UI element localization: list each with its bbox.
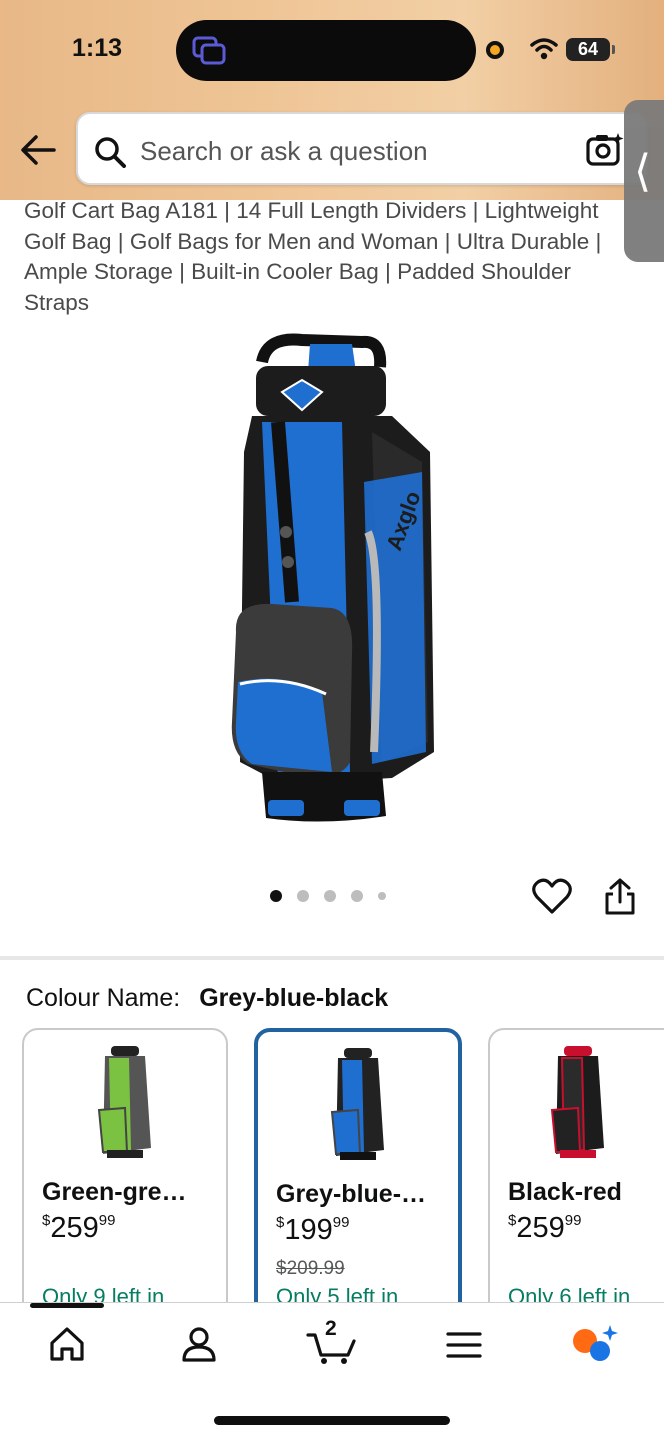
cart-count-badge: 2 — [325, 1317, 337, 1340]
colour-option-card[interactable]: Black-red $25999 Only 6 left in — [488, 1028, 664, 1318]
colour-option-price: $25999 — [42, 1212, 116, 1244]
header: 1:13 64 Search or ask a question — [0, 0, 664, 200]
colour-selected-value: Grey-blue-black — [199, 984, 389, 1012]
search-placeholder: Search or ask a question — [140, 136, 428, 166]
heart-icon[interactable] — [532, 878, 572, 916]
wifi-icon — [530, 38, 558, 60]
colour-thumbnail — [258, 1046, 458, 1167]
home-icon[interactable] — [48, 1325, 86, 1363]
side-panel-handle[interactable]: ⟨ — [624, 100, 664, 262]
home-indicator[interactable] — [214, 1416, 450, 1425]
colour-option-price: $19999 — [276, 1214, 350, 1246]
colour-name-row: Colour Name: Grey-blue-black — [26, 984, 388, 1013]
search-icon — [95, 137, 126, 168]
rufus-icon[interactable] — [570, 1323, 620, 1365]
was-price: $209.99 — [276, 1258, 345, 1279]
recording-indicator-icon — [486, 41, 504, 59]
share-icon[interactable] — [604, 878, 636, 916]
image-carousel-dots[interactable] — [270, 890, 386, 902]
search-input[interactable]: Search or ask a question — [76, 112, 648, 185]
colour-option-name: Grey-blue-… — [276, 1180, 427, 1208]
product-title[interactable]: Golf Cart Bag A181 | 14 Full Length Divi… — [24, 196, 624, 318]
screen-mirror-icon — [192, 36, 226, 65]
dynamic-island — [176, 20, 476, 81]
colour-option-name: Green-gre… — [42, 1178, 187, 1206]
menu-icon[interactable] — [446, 1331, 482, 1359]
colour-option-card-selected[interactable]: Grey-blue-… $19999 $209.99 Only 5 left i… — [254, 1028, 462, 1318]
back-arrow-icon[interactable] — [20, 134, 56, 166]
colour-option-card[interactable]: Green-gre… $25999 Only 9 left in — [22, 1028, 228, 1318]
status-time: 1:13 — [72, 34, 123, 62]
colour-label: Colour Name: — [26, 984, 181, 1012]
chevron-left-icon: ⟨ — [634, 147, 652, 196]
colour-option-price: $25999 — [508, 1212, 582, 1244]
carousel-dot[interactable] — [270, 890, 282, 902]
colour-thumbnail — [24, 1044, 226, 1165]
battery-indicator: 64 — [566, 38, 615, 61]
section-divider — [0, 956, 664, 960]
colour-option-name: Black-red — [508, 1178, 622, 1206]
camera-search-icon[interactable] — [586, 131, 624, 167]
carousel-dot[interactable] — [351, 890, 363, 902]
carousel-dot[interactable] — [378, 892, 386, 900]
product-image[interactable]: Axglo — [222, 332, 442, 824]
active-tab-indicator — [30, 1303, 104, 1308]
carousel-dot[interactable] — [297, 890, 309, 902]
account-icon[interactable] — [180, 1325, 218, 1363]
carousel-dot[interactable] — [324, 890, 336, 902]
colour-thumbnail — [490, 1044, 664, 1165]
